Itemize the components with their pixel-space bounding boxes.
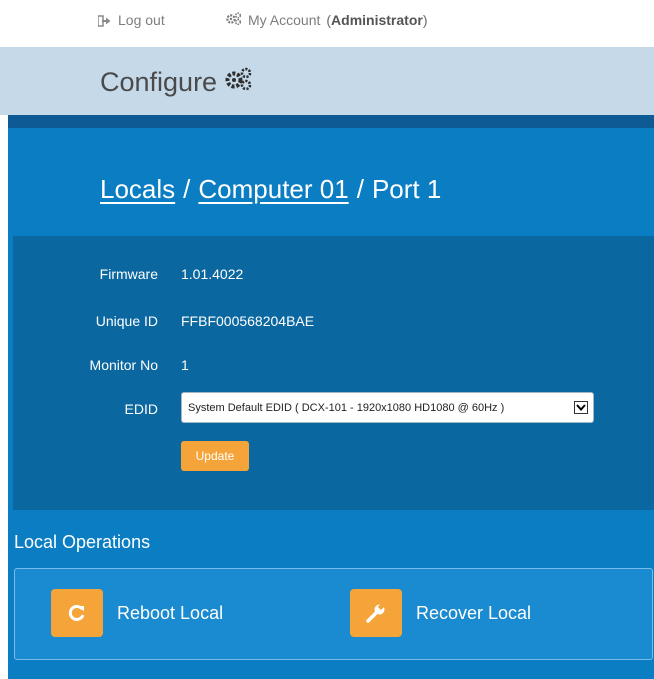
recover-local-button[interactable]: Recover Local — [350, 589, 531, 637]
unique-id-value: FFBF000568204BAE — [181, 313, 315, 329]
monitor-value: 1 — [181, 357, 189, 373]
edid-selected-value: System Default EDID ( DCX-101 - 1920x108… — [188, 401, 505, 414]
reboot-local-label: Reboot Local — [117, 602, 224, 623]
edid-label: EDID — [124, 401, 158, 417]
wrench-icon — [350, 589, 402, 637]
edid-select[interactable]: System Default EDID ( DCX-101 - 1920x108… — [181, 392, 594, 423]
unique-id-label: Unique ID — [95, 313, 158, 329]
update-button[interactable]: Update — [181, 441, 249, 471]
page-header: Configure — [0, 47, 654, 115]
breadcrumb-separator: / — [183, 174, 191, 204]
reboot-local-button[interactable]: Reboot Local — [51, 589, 223, 637]
logout-label: Log out — [118, 12, 165, 28]
port-info-panel: Firmware 1.01.4022 Unique ID FFBF0005682… — [13, 236, 654, 510]
firmware-value: 1.01.4022 — [181, 266, 244, 282]
local-operations-heading: Local Operations — [14, 532, 151, 552]
my-account-link[interactable]: My Account (Administrator) — [226, 12, 428, 28]
breadcrumb-current: Port 1 — [371, 174, 442, 204]
firmware-label: Firmware — [99, 266, 158, 282]
role-name: Administrator — [331, 12, 423, 28]
breadcrumb-computer-link[interactable]: Computer 01 — [198, 174, 348, 205]
my-account-label: My Account — [248, 12, 321, 28]
breadcrumb: Locals / Computer 01 / Port 1 — [100, 174, 441, 205]
breadcrumb-separator: / — [356, 174, 364, 204]
recover-local-label: Recover Local — [416, 602, 532, 623]
top-bar: Log out My Account (Administrator) — [0, 0, 654, 44]
local-operations-panel: Reboot Local Recover Local — [14, 568, 653, 660]
breadcrumb-locals-link[interactable]: Locals — [100, 174, 175, 205]
refresh-icon — [51, 589, 103, 637]
header-divider — [8, 115, 654, 129]
page-title: Configure — [100, 67, 254, 98]
logout-link[interactable]: Log out — [97, 12, 165, 28]
monitor-label: Monitor No — [89, 357, 158, 373]
gears-icon — [226, 12, 242, 28]
main-panel: Locals / Computer 01 / Port 1 Firmware 1… — [8, 128, 654, 679]
gears-icon — [224, 67, 254, 98]
chevron-down-icon[interactable] — [574, 401, 588, 414]
logout-icon — [97, 14, 112, 27]
role-close-paren: ) — [422, 12, 428, 28]
account-role: (Administrator) — [326, 12, 427, 28]
configure-title: Configure — [100, 67, 218, 97]
